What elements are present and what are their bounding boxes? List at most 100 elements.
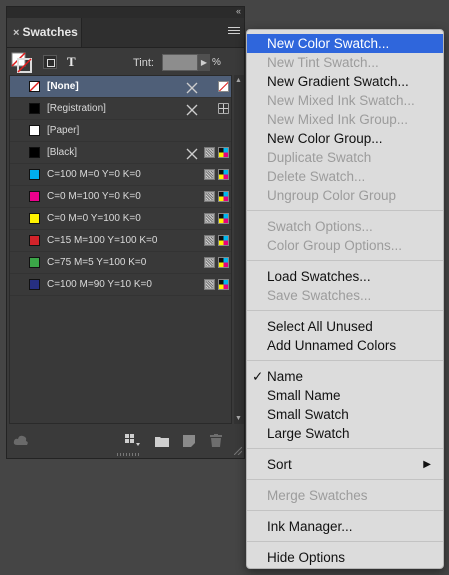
panel-options-menu: New Color Swatch... New Tint Swatch... N… <box>246 29 444 569</box>
panel-menu-icon[interactable] <box>228 27 240 37</box>
swatch-row-green[interactable]: C=75 M=5 Y=100 K=0 <box>10 252 231 274</box>
scroll-down-icon[interactable]: ▼ <box>235 415 242 422</box>
cc-libraries-icon[interactable] <box>13 434 29 452</box>
swatch-name: C=0 M=0 Y=100 K=0 <box>47 213 141 224</box>
menu-view-small-name[interactable]: Small Name <box>247 386 443 405</box>
tab-swatches-label: Swatches <box>22 25 78 39</box>
cmyk-icon <box>218 191 229 202</box>
swatch-list-scrollbar[interactable]: ▲ ▼ <box>234 75 244 424</box>
fill-stroke-icon[interactable] <box>11 52 33 74</box>
menu-merge-swatches[interactable]: Merge Swatches <box>247 486 443 505</box>
panel-drag-grip[interactable] <box>117 453 139 456</box>
menu-add-unnamed-colors[interactable]: Add Unnamed Colors <box>247 336 443 355</box>
swatch-name: C=100 M=90 Y=10 K=0 <box>47 279 152 290</box>
menu-duplicate-swatch[interactable]: Duplicate Swatch <box>247 148 443 167</box>
swatch-list: [None] [Registration] [Paper] [Black] C=… <box>9 75 232 424</box>
process-color-icon <box>204 169 215 180</box>
swatch-name: [Registration] <box>47 103 106 114</box>
resize-grip-icon[interactable] <box>233 442 243 460</box>
menu-save-swatches[interactable]: Save Swatches... <box>247 286 443 305</box>
menu-select-all-unused[interactable]: Select All Unused <box>247 317 443 336</box>
menu-separator <box>247 541 443 542</box>
swatch-name: [None] <box>47 81 79 92</box>
close-tab-icon[interactable]: × <box>13 27 19 39</box>
tint-label: Tint: <box>133 57 154 69</box>
menu-new-gradient-swatch[interactable]: New Gradient Swatch... <box>247 72 443 91</box>
checkmark-icon: ✓ <box>252 369 264 384</box>
formatting-text-icon[interactable]: T <box>67 54 76 70</box>
no-color-icon <box>218 81 229 92</box>
swatch-row-cyan[interactable]: C=100 M=0 Y=0 K=0 <box>10 164 231 186</box>
swatch-name: [Paper] <box>47 125 80 136</box>
delete-swatch-icon[interactable] <box>210 434 222 452</box>
menu-separator <box>247 510 443 511</box>
process-color-icon <box>204 191 215 202</box>
tint-slider-arrow-icon[interactable]: ▶ <box>198 54 210 71</box>
new-color-group-icon[interactable] <box>155 434 169 452</box>
swatch-row-registration[interactable]: [Registration] <box>10 98 231 120</box>
registration-icon <box>218 103 229 114</box>
menu-view-small-swatch[interactable]: Small Swatch <box>247 405 443 424</box>
swatch-name: [Black] <box>47 147 78 158</box>
swatch-chip-blue <box>29 279 40 290</box>
swatch-chip-cyan <box>29 169 40 180</box>
process-color-icon <box>204 235 215 246</box>
menu-separator <box>247 210 443 211</box>
swatch-chip-magenta <box>29 191 40 202</box>
menu-swatch-options[interactable]: Swatch Options... <box>247 217 443 236</box>
tab-swatches[interactable]: × Swatches <box>7 18 82 47</box>
menu-new-color-group[interactable]: New Color Group... <box>247 129 443 148</box>
show-swatch-views-icon[interactable] <box>125 434 141 452</box>
process-color-icon <box>204 147 215 158</box>
swatch-row-magenta[interactable]: C=0 M=100 Y=0 K=0 <box>10 186 231 208</box>
swatch-row-black[interactable]: [Black] <box>10 142 231 164</box>
menu-ungroup-color-group[interactable]: Ungroup Color Group <box>247 186 443 205</box>
menu-color-group-options[interactable]: Color Group Options... <box>247 236 443 255</box>
menu-hide-options[interactable]: Hide Options <box>247 548 443 567</box>
formatting-container-icon[interactable] <box>43 55 57 69</box>
non-editable-icon <box>186 147 198 160</box>
swatch-row-none[interactable]: [None] <box>10 76 231 98</box>
swatch-chip-red <box>29 235 40 246</box>
menu-delete-swatch[interactable]: Delete Swatch... <box>247 167 443 186</box>
swatch-row-blue[interactable]: C=100 M=90 Y=10 K=0 <box>10 274 231 296</box>
menu-view-large-swatch[interactable]: Large Swatch <box>247 424 443 443</box>
cmyk-icon <box>218 257 229 268</box>
panel-collapse-strip: ‹‹ <box>7 6 244 18</box>
cmyk-icon <box>218 169 229 180</box>
menu-view-name[interactable]: ✓ Name <box>247 367 443 386</box>
swatch-chip-black <box>29 147 40 158</box>
swatch-row-paper[interactable]: [Paper] <box>10 120 231 142</box>
swatch-name: C=15 M=100 Y=100 K=0 <box>47 235 158 246</box>
swatch-row-red[interactable]: C=15 M=100 Y=100 K=0 <box>10 230 231 252</box>
tint-percent-label: % <box>212 57 221 68</box>
cmyk-icon <box>218 213 229 224</box>
process-color-icon <box>204 257 215 268</box>
menu-sort[interactable]: Sort ▶ <box>247 455 443 474</box>
non-editable-icon <box>186 103 198 116</box>
collapse-panel-icon[interactable]: ‹‹ <box>236 6 241 16</box>
menu-separator <box>247 360 443 361</box>
cmyk-icon <box>218 147 229 158</box>
swatches-toolbar: T Tint: ▶ % <box>7 48 244 78</box>
swatch-chip-green <box>29 257 40 268</box>
process-color-icon <box>204 279 215 290</box>
swatches-panel: ‹‹ × Swatches T Tint: ▶ % [None] [Regist… <box>6 6 245 459</box>
menu-new-tint-swatch[interactable]: New Tint Swatch... <box>247 53 443 72</box>
swatch-chip-paper <box>29 125 40 136</box>
menu-new-mixed-ink-group[interactable]: New Mixed Ink Group... <box>247 110 443 129</box>
swatch-chip-yellow <box>29 213 40 224</box>
tint-input[interactable] <box>162 54 198 71</box>
menu-load-swatches[interactable]: Load Swatches... <box>247 267 443 286</box>
swatch-row-yellow[interactable]: C=0 M=0 Y=100 K=0 <box>10 208 231 230</box>
swatch-name: C=75 M=5 Y=100 K=0 <box>47 257 147 268</box>
swatch-name: C=0 M=100 Y=0 K=0 <box>47 191 141 202</box>
menu-new-mixed-ink-swatch[interactable]: New Mixed Ink Swatch... <box>247 91 443 110</box>
menu-new-color-swatch[interactable]: New Color Swatch... <box>247 34 443 53</box>
scroll-up-icon[interactable]: ▲ <box>235 77 242 84</box>
menu-separator <box>247 260 443 261</box>
menu-ink-manager[interactable]: Ink Manager... <box>247 517 443 536</box>
new-swatch-icon[interactable] <box>183 434 195 452</box>
swatch-name: C=100 M=0 Y=0 K=0 <box>47 169 141 180</box>
menu-view-name-label: Name <box>267 369 304 384</box>
